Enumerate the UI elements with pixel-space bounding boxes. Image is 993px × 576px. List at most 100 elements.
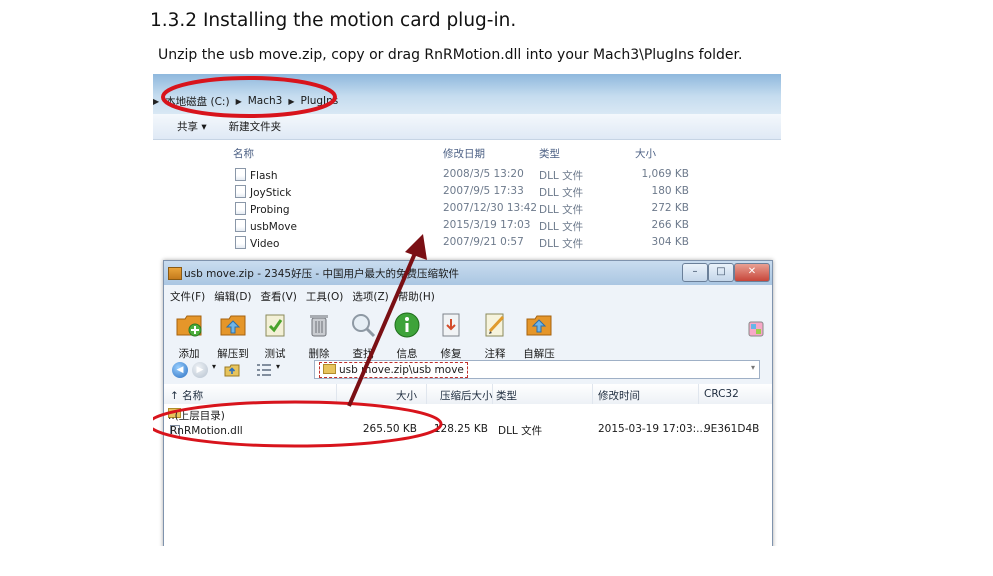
file-date: 2007/9/5 17:33: [443, 185, 524, 197]
file-name: Video: [250, 238, 280, 250]
explorer-breadcrumb[interactable]: ▶ 本地磁盘 (C:) ▶ Mach3 ▶ PlugIns: [153, 92, 338, 110]
extract-to-button[interactable]: 解压到: [214, 311, 252, 361]
new-folder-button[interactable]: 新建文件夹: [229, 119, 282, 134]
back-icon[interactable]: ◀: [172, 362, 188, 378]
extract-to-icon: [220, 315, 246, 336]
screenshot-figure: ▶ 本地磁盘 (C:) ▶ Mach3 ▶ PlugIns 共享 ▾ 新建文件夹…: [153, 74, 781, 546]
info-icon: [394, 312, 420, 338]
minimize-icon[interactable]: –: [682, 263, 708, 282]
zip-window: usb move.zip - 2345好压 - 中国用户最大的免费压缩软件 – …: [163, 260, 773, 546]
repair-icon: [442, 313, 460, 337]
search-icon: [352, 314, 376, 338]
test-button[interactable]: 测试: [256, 311, 294, 361]
file-icon: [235, 236, 246, 249]
file-size: 1,069 KB: [641, 168, 690, 180]
zip-window-titlebar[interactable]: usb move.zip - 2345好压 - 中国用户最大的免费压缩软件 – …: [164, 261, 772, 285]
chevron-right-icon: ▶: [153, 96, 160, 106]
repair-button[interactable]: 修复: [432, 311, 470, 361]
add-icon: [176, 315, 202, 337]
file-type: DLL 文件: [539, 238, 584, 250]
self-extract-button[interactable]: 自解压: [520, 311, 558, 361]
search-button[interactable]: 查找: [344, 311, 382, 361]
menu-help[interactable]: 帮助(H): [398, 289, 435, 304]
zip-file-list: ..(上层目录) RnRMotion.dll 265.50 KB 128.25 …: [164, 404, 772, 546]
file-date: 2007/12/30 13:42: [443, 202, 538, 214]
close-icon[interactable]: ✕: [734, 263, 770, 282]
menu-view[interactable]: 查看(V): [261, 289, 297, 304]
file-type: DLL 文件: [539, 170, 584, 182]
view-mode-dropdown-icon[interactable]: ▾: [276, 362, 280, 371]
breadcrumb-item-plugins[interactable]: PlugIns: [300, 95, 338, 107]
self-extract-icon: [526, 315, 552, 336]
menu-tools[interactable]: 工具(O): [306, 289, 343, 304]
file-icon: [235, 219, 246, 232]
archive-path-value: usb move.zip\usb move: [339, 364, 464, 376]
file-icon: [235, 202, 246, 215]
maximize-icon[interactable]: □: [708, 263, 734, 282]
column-header-type[interactable]: 类型: [539, 146, 560, 161]
delete-icon: [310, 315, 328, 337]
archive-path-field[interactable]: usb move.zip\usb move ▾: [314, 360, 760, 379]
chevron-right-icon: ▶: [288, 96, 295, 106]
archive-file-type: DLL 文件: [498, 425, 543, 437]
zip-menubar: 文件(F) 编辑(D) 查看(V) 工具(O) 选项(Z) 帮助(H): [170, 289, 435, 304]
archive-app-icon: [168, 267, 182, 280]
file-date: 2008/3/5 13:20: [443, 168, 524, 180]
forward-icon[interactable]: ▶: [192, 362, 208, 378]
share-button[interactable]: 共享 ▾: [177, 119, 207, 134]
archive-file-modified: 2015-03-19 17:03:...: [598, 423, 707, 435]
file-type: DLL 文件: [539, 204, 584, 216]
column-header-name[interactable]: 名称: [233, 146, 254, 161]
file-type: DLL 文件: [539, 187, 584, 199]
parent-directory-row[interactable]: ..(上层目录): [164, 404, 772, 422]
file-size: 272 KB: [651, 202, 689, 214]
view-mode-icon[interactable]: [256, 363, 272, 377]
file-date: 2015/3/19 17:03: [443, 219, 531, 231]
instruction-text: Unzip the usb move.zip, copy or drag RnR…: [158, 47, 743, 63]
test-icon: [265, 314, 285, 337]
add-button[interactable]: 添加: [170, 311, 208, 361]
archive-file-size: 265.50 KB: [362, 423, 417, 435]
file-name: usbMove: [250, 221, 297, 233]
info-button[interactable]: 信息: [388, 311, 426, 361]
menu-file[interactable]: 文件(F): [170, 289, 205, 304]
folder-up-icon[interactable]: [224, 362, 240, 378]
zip-list-header: ↑ 名称 大小 压缩后大小 类型 修改时间 CRC32: [164, 384, 772, 405]
column-header-packed-size[interactable]: 压缩后大小: [440, 388, 493, 403]
comment-button[interactable]: 注释: [476, 311, 514, 361]
column-header-crc[interactable]: CRC32: [704, 388, 739, 400]
file-name: Flash: [250, 170, 278, 182]
file-icon: [235, 185, 246, 198]
breadcrumb-item-drive[interactable]: 本地磁盘 (C:): [165, 94, 229, 109]
path-history-dropdown-icon[interactable]: ▾: [751, 363, 755, 372]
column-header-size[interactable]: 大小: [372, 388, 417, 403]
explorer-toolbar: 共享 ▾ 新建文件夹: [153, 114, 781, 140]
file-date: 2007/9/21 0:57: [443, 236, 524, 248]
column-header-name[interactable]: ↑ 名称: [170, 388, 203, 403]
menu-edit[interactable]: 编辑(D): [214, 289, 251, 304]
explorer-address-bar: ▶ 本地磁盘 (C:) ▶ Mach3 ▶ PlugIns: [153, 74, 781, 114]
file-size: 266 KB: [651, 219, 689, 231]
file-size: 304 KB: [651, 236, 689, 248]
file-name: JoyStick: [250, 187, 292, 199]
file-name: Probing: [250, 204, 290, 216]
menu-options[interactable]: 选项(Z): [352, 289, 388, 304]
archive-path-text: usb move.zip\usb move: [319, 362, 468, 378]
zip-address-row: ◀ ▶ ▾ ▾ usb move.zip\usb move ▾: [164, 359, 772, 381]
breadcrumb-item-mach3[interactable]: Mach3: [248, 95, 283, 107]
archive-file-packed-size: 128.25 KB: [433, 423, 488, 435]
folder-icon: [323, 364, 336, 374]
column-header-type[interactable]: 类型: [496, 388, 517, 403]
archive-file-crc: 9E361D4B: [704, 423, 760, 435]
zip-window-title: usb move.zip - 2345好压 - 中国用户最大的免费压缩软件: [184, 268, 460, 280]
archive-file-row[interactable]: RnRMotion.dll 265.50 KB 128.25 KB DLL 文件…: [164, 421, 772, 438]
column-header-date[interactable]: 修改日期: [443, 146, 485, 161]
color-palette-icon[interactable]: [748, 321, 764, 337]
chevron-right-icon: ▶: [235, 96, 242, 106]
chevron-down-icon[interactable]: ▾: [212, 362, 216, 371]
archive-file-name: RnRMotion.dll: [170, 425, 243, 437]
delete-button[interactable]: 删除: [300, 311, 338, 361]
column-header-modified[interactable]: 修改时间: [598, 388, 640, 403]
column-header-size[interactable]: 大小: [635, 146, 656, 161]
file-type: DLL 文件: [539, 221, 584, 233]
